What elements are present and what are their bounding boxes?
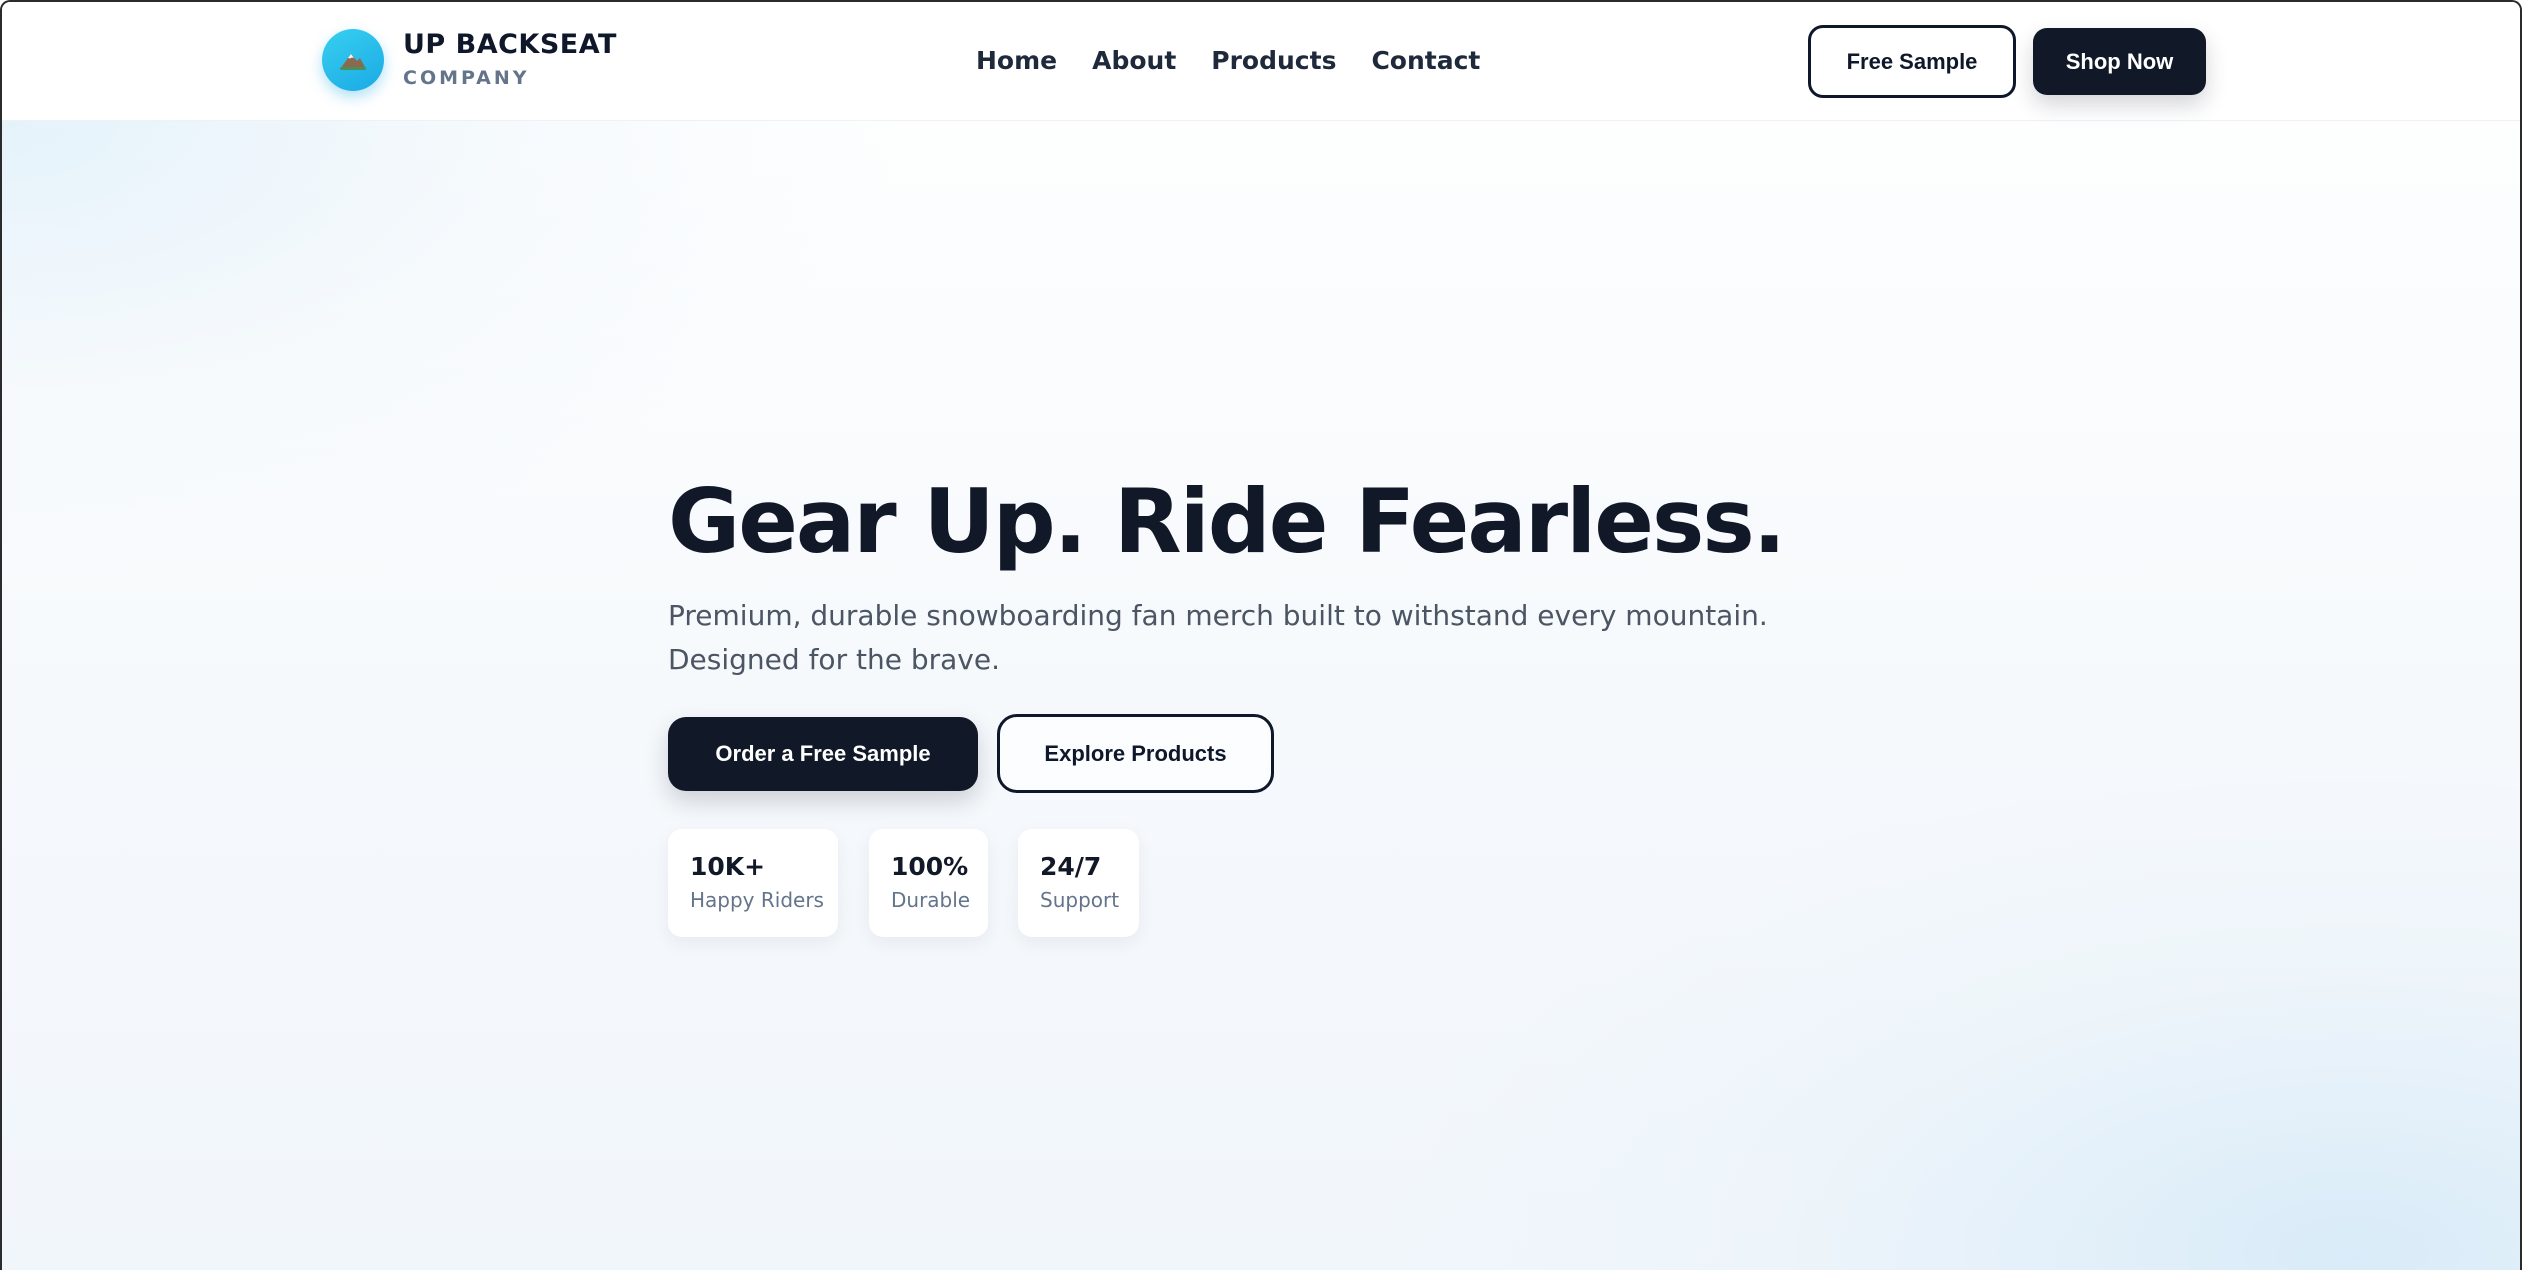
hero-section: Gear Up. Ride Fearless. Premium, durable… [668, 462, 1868, 937]
mountain-icon [340, 54, 366, 70]
stat-label: Happy Riders [690, 888, 824, 912]
shop-now-button[interactable]: Shop Now [2033, 28, 2206, 95]
stat-card-riders: 10K+ Happy Riders [668, 829, 838, 937]
nav-link-products[interactable]: Products [1211, 43, 1336, 79]
nav-link-about[interactable]: About [1092, 43, 1176, 79]
stat-label: Durable [891, 888, 971, 912]
order-free-sample-button[interactable]: Order a Free Sample [668, 717, 978, 791]
stat-card-durable: 100% Durable [869, 829, 988, 937]
stat-label: Support [1040, 888, 1120, 912]
hero-subtitle: Premium, durable snowboarding fan merch … [668, 599, 1768, 676]
brand-name: UP BACKSEAT [403, 29, 617, 60]
main-nav: Home About Products Contact [976, 43, 1515, 79]
nav-link-home[interactable]: Home [976, 43, 1057, 79]
free-sample-button[interactable]: Free Sample [1808, 25, 2016, 98]
explore-products-button[interactable]: Explore Products [997, 714, 1274, 793]
hero-title: Gear Up. Ride Fearless. [668, 470, 1786, 573]
browser-viewport: UP BACKSEAT COMPANY Home About Products … [0, 0, 2522, 1270]
brand-logo[interactable]: UP BACKSEAT COMPANY [322, 28, 617, 92]
nav-link-contact[interactable]: Contact [1371, 43, 1480, 79]
logo-badge [322, 29, 384, 91]
brand-subtitle: COMPANY [403, 67, 530, 89]
stat-value: 24/7 [1040, 852, 1102, 881]
stat-card-support: 24/7 Support [1018, 829, 1139, 937]
site-header: UP BACKSEAT COMPANY Home About Products … [2, 2, 2520, 121]
stat-value: 100% [891, 852, 969, 881]
stat-value: 10K+ [690, 852, 766, 881]
